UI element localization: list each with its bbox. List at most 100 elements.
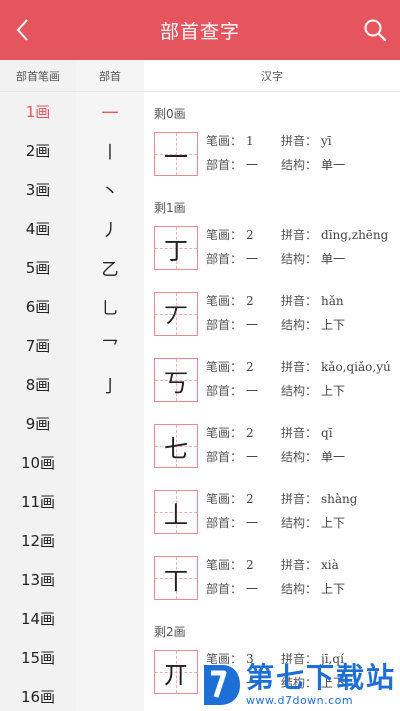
stroke-count-item[interactable]: 2画 [0,131,76,170]
char-radical-label: 部首： [206,158,243,172]
char-pinyin-value: jī,qí [321,652,344,666]
stroke-count-item[interactable]: 10画 [0,443,76,482]
chevron-left-icon[interactable] [10,16,38,44]
char-structure-label: 结构： [281,450,318,464]
char-strokes-field: 笔画： 2 [206,292,254,309]
char-pinyin-field: 拼音： yī [281,132,332,149]
group-title: 剩2画 [154,625,186,639]
char-structure-value: 单一 [321,252,346,266]
char-strokes-field: 笔画： 2 [206,424,254,441]
char-structure-value: 上下 [321,384,346,398]
char-grid-box: 丌 [154,650,198,694]
char-strokes-label: 笔画： [206,426,243,440]
char-structure-label: 结构： [281,516,318,530]
stroke-count-item[interactable]: 11画 [0,482,76,521]
char-row[interactable]: 丄 笔画： 2 拼音： shàng 部首：一 结构： 上下 [144,480,400,546]
char-radical-label: 部首： [206,582,243,596]
stroke-count-item[interactable]: 1画 [0,92,76,131]
char-radical-field: 部首：一 [206,448,258,465]
stroke-count-list[interactable]: 1画 2画 3画 4画 5画 6画 7画 8画 9画 10画 11画 12画 13画 14画 15画 16画 [0,92,76,711]
char-radical-value: 一 [246,676,259,690]
char-row[interactable]: 丌 笔画： 3 拼音： jī,qí 部首：一 结构： 上下 [144,640,400,706]
stroke-count-item[interactable]: 4画 [0,209,76,248]
stroke-count-item[interactable]: 13画 [0,560,76,599]
stroke-count-item[interactable]: 5画 [0,248,76,287]
chars-column-header: 汉字 [144,60,400,92]
stroke-count-item[interactable]: 6画 [0,287,76,326]
char-pinyin-value: kǎo,qiǎo,yú [321,360,391,374]
char-structure-field: 结构： 上下 [281,514,345,531]
radical-column-header: 部首 [76,60,144,92]
radical-list[interactable]: 一丨丶丿乙乚乛亅 [76,92,144,711]
char-strokes-field: 笔画： 2 [206,358,254,375]
char-pinyin-value: dīng,zhēng [321,228,389,242]
char-strokes-label: 笔画： [206,492,243,506]
radical-item[interactable]: 丿 [76,209,144,248]
char-structure-field: 结构： 单一 [281,156,345,173]
radical-item[interactable]: 乙 [76,248,144,287]
char-row[interactable]: 丅 笔画： 2 拼音： xià 部首：一 结构： 上下 [144,546,400,612]
char-structure-field: 结构： 上下 [281,382,345,399]
char-pinyin-label: 拼音： [281,652,318,666]
radical-item[interactable]: 亅 [76,365,144,404]
char-pinyin-field: 拼音： qī [281,424,333,441]
char-glyph: 一 [164,142,188,171]
radical-item[interactable]: 乚 [76,287,144,326]
char-radical-value: 一 [246,516,259,530]
stroke-column-header: 部首笔画 [0,60,76,92]
stroke-count-item[interactable]: 8画 [0,365,76,404]
char-pinyin-field: 拼音： dīng,zhēng [281,226,388,243]
char-row[interactable]: 丁 笔画： 2 拼音： dīng,zhēng 部首：一 结构： 单一 [144,216,400,282]
char-radical-label: 部首： [206,676,243,690]
stroke-count-item[interactable]: 9画 [0,404,76,443]
radical-item[interactable]: 乛 [76,326,144,365]
stroke-count-item[interactable]: 16画 [0,677,76,711]
stroke-count-item[interactable]: 15画 [0,638,76,677]
char-glyph: 七 [164,434,188,463]
char-glyph: 丅 [164,566,188,595]
char-structure-label: 结构： [281,384,318,398]
char-strokes-value: 2 [246,294,254,308]
char-pinyin-field: 拼音： jī,qí [281,650,344,667]
char-strokes-field: 笔画： 2 [206,556,254,573]
char-radical-label: 部首： [206,516,243,530]
radical-item[interactable]: 丶 [76,170,144,209]
char-radical-field: 部首：一 [206,316,258,333]
stroke-count-item[interactable]: 14画 [0,599,76,638]
char-strokes-field: 笔画： 2 [206,226,254,243]
char-radical-field: 部首：一 [206,514,258,531]
char-pinyin-value: qī [321,426,333,440]
char-structure-field: 结构： 单一 [281,448,345,465]
char-structure-value: 上下 [321,582,346,596]
char-row[interactable]: 丆 笔画： 2 拼音： hǎn 部首：一 结构： 上下 [144,282,400,348]
search-icon[interactable] [362,17,388,43]
character-list[interactable]: 剩0画一笔画： 1 拼音： yī 部首：一结构： 单一 剩1画丁笔画： 2 拼音： dīng,zh… [144,92,400,711]
char-radical-field: 部首：一 [206,156,258,173]
char-row[interactable]: 一笔画： 1 拼音： yī 部首：一结构： 单一 [144,122,400,188]
char-glyph: 丁 [164,236,188,265]
char-radical-value: 一 [246,384,259,398]
char-strokes-label: 笔画： [206,558,243,572]
char-structure-label: 结构： [281,582,318,596]
char-pinyin-field: 拼音： kǎo,qiǎo,yú [281,358,391,375]
char-glyph: 丌 [164,660,188,689]
char-grid-box: 丄 [154,490,198,534]
char-row[interactable]: 丂 笔画： 2 拼音： kǎo,qiǎo,yú 部首：一 结构： 上下 [144,348,400,414]
char-grid-box: 丅 [154,556,198,600]
char-pinyin-label: 拼音： [281,558,318,572]
char-structure-value: 上下 [321,516,346,530]
char-strokes-field: 笔画： 2 [206,490,254,507]
char-structure-field: 结构： 上下 [281,674,345,691]
radical-item[interactable]: 丨 [76,131,144,170]
char-structure-label: 结构： [281,676,318,690]
char-grid-box: 一 [154,132,198,176]
char-radical-label: 部首： [206,450,243,464]
char-glyph: 丆 [164,302,188,331]
stroke-count-item[interactable]: 3画 [0,170,76,209]
char-strokes-value: 2 [246,228,254,242]
char-radical-label: 部首： [206,384,243,398]
stroke-count-item[interactable]: 7画 [0,326,76,365]
radical-item[interactable]: 一 [76,92,144,131]
stroke-count-item[interactable]: 12画 [0,521,76,560]
char-row[interactable]: 七 笔画： 2 拼音： qī 部首：一 结构： 单一 [144,414,400,480]
